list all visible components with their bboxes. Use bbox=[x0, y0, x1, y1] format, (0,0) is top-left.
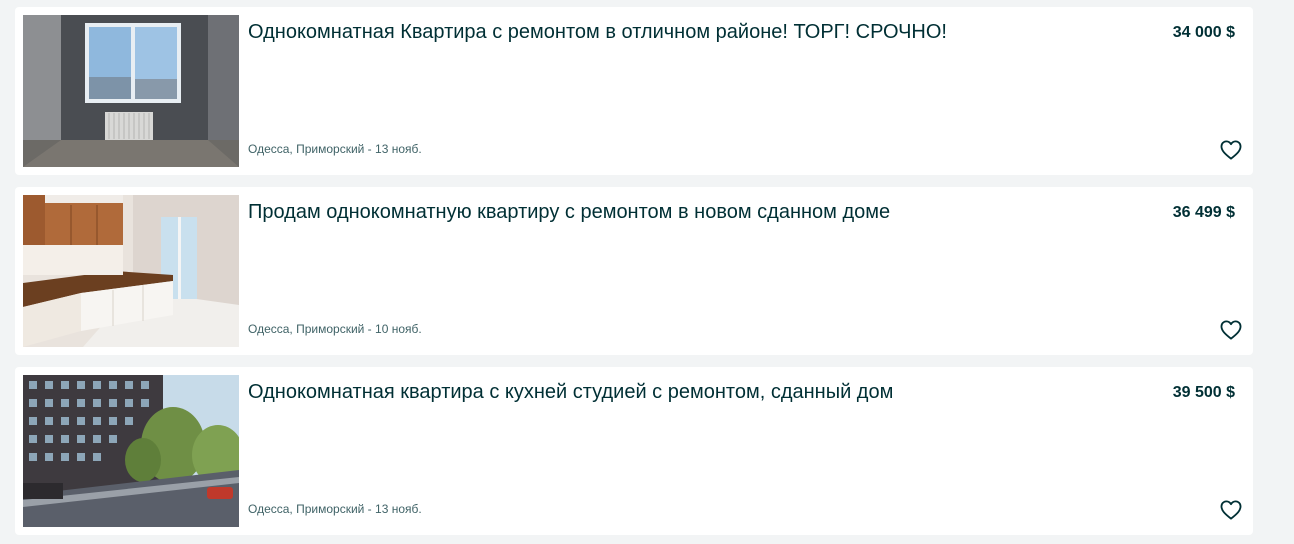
heart-outline-icon bbox=[1220, 500, 1242, 520]
listing-list: Однокомнатная Квартира с ремонтом в отли… bbox=[0, 0, 1294, 544]
favorite-button[interactable] bbox=[1218, 497, 1244, 523]
listing-card[interactable]: Однокомнатная квартира с кухней студией … bbox=[15, 367, 1253, 535]
listing-date: 13 нояб. bbox=[375, 142, 422, 156]
meta-separator: - bbox=[364, 142, 376, 156]
listing-location: Одесса, Приморский bbox=[248, 502, 365, 516]
listing-price: 39 500 $ bbox=[1172, 384, 1235, 401]
listing-photo-room-window bbox=[23, 15, 239, 167]
listing-location-date: Одесса, Приморский - 13 нояб. bbox=[248, 502, 422, 516]
favorite-button[interactable] bbox=[1218, 137, 1244, 163]
listing-location-date: Одесса, Приморский - 10 нояб. bbox=[248, 322, 422, 336]
listing-card[interactable]: Однокомнатная Квартира с ремонтом в отли… bbox=[15, 7, 1253, 175]
heart-outline-icon bbox=[1220, 320, 1242, 340]
listing-location: Одесса, Приморский bbox=[248, 322, 365, 336]
listing-title[interactable]: Однокомнатная квартира с кухней студией … bbox=[248, 380, 1128, 404]
listing-photo[interactable] bbox=[23, 195, 239, 347]
listing-photo-building-exterior bbox=[23, 375, 239, 527]
listing-photo-kitchen bbox=[23, 195, 239, 347]
meta-separator: - bbox=[364, 322, 376, 336]
favorite-button[interactable] bbox=[1218, 317, 1244, 343]
listing-date: 10 нояб. bbox=[375, 322, 422, 336]
listing-price: 36 499 $ bbox=[1172, 204, 1235, 221]
meta-separator: - bbox=[364, 502, 376, 516]
listing-date: 13 нояб. bbox=[375, 502, 422, 516]
heart-outline-icon bbox=[1220, 140, 1242, 160]
listing-title[interactable]: Однокомнатная Квартира с ремонтом в отли… bbox=[248, 20, 1128, 44]
listing-price: 34 000 $ bbox=[1172, 24, 1235, 41]
listing-photo[interactable] bbox=[23, 15, 239, 167]
listing-card[interactable]: Продам однокомнатную квартиру с ремонтом… bbox=[15, 187, 1253, 355]
listing-photo[interactable] bbox=[23, 375, 239, 527]
listing-location: Одесса, Приморский bbox=[248, 142, 365, 156]
listing-location-date: Одесса, Приморский - 13 нояб. bbox=[248, 142, 422, 156]
listing-title[interactable]: Продам однокомнатную квартиру с ремонтом… bbox=[248, 200, 1128, 224]
